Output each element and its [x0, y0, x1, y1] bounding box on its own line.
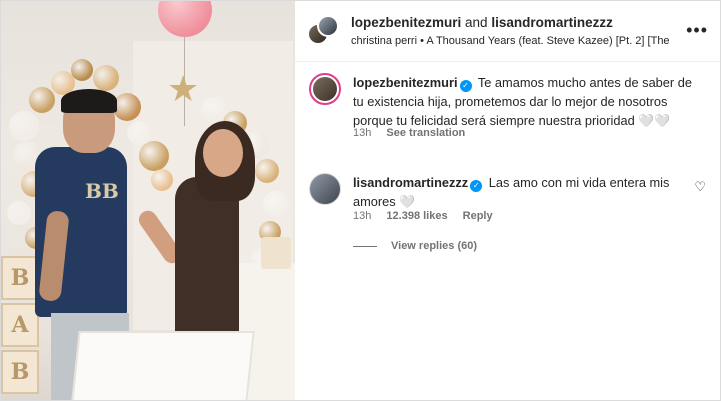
caption-meta: 13h See translation	[353, 127, 477, 139]
more-horizontal-icon[interactable]: •••	[686, 21, 708, 39]
decor-balloon	[113, 93, 141, 121]
username-link[interactable]: lisandromartinezzz	[491, 15, 613, 30]
comment-text-block: lisandromartinezzz ✓ Las amo con mi vida …	[353, 173, 692, 211]
shirt-logo: BB	[85, 179, 119, 203]
decor-balloon	[9, 111, 39, 141]
letter-block: B	[1, 350, 39, 394]
decor-balloon	[93, 65, 119, 91]
avatar	[317, 15, 339, 37]
letter-block: A	[1, 303, 39, 347]
caption-text-block: lopezbenitezmuri ✓ Te amamos mucho antes …	[353, 73, 692, 130]
audio-attribution[interactable]: christina perri • A Thousand Years (feat…	[351, 35, 671, 47]
gold-star-balloon: ★	[167, 68, 200, 109]
likes-count[interactable]: 12.398 likes	[386, 210, 447, 222]
verified-badge-icon: ✓	[470, 180, 483, 192]
post-side-panel: lopezbenitezmuri and lisandromartinezzz …	[295, 1, 720, 400]
collab-usernames: lopezbenitezmuri and lisandromartinezzz	[351, 15, 613, 30]
decor-balloon	[29, 87, 55, 113]
comment-meta: 13h 12.398 likes Reply	[353, 210, 505, 222]
timestamp: 13h	[353, 127, 372, 139]
and-text: and	[465, 15, 488, 30]
avatar[interactable]	[309, 173, 341, 205]
username-link[interactable]: lopezbenitezmuri	[351, 15, 461, 30]
decor-balloon	[139, 141, 169, 171]
verified-badge-icon: ✓	[459, 80, 472, 92]
see-translation-button[interactable]: See translation	[386, 127, 465, 139]
decor-balloon	[255, 159, 279, 183]
cake	[261, 237, 291, 269]
username-link[interactable]: lisandromartinezzz	[353, 175, 468, 190]
reply-button[interactable]: Reply	[463, 210, 493, 222]
decor-balloon	[7, 201, 31, 225]
replies-divider	[353, 245, 377, 247]
decor-balloon	[151, 169, 173, 191]
heart-outline-icon[interactable]: ♡	[694, 179, 706, 195]
collab-avatars[interactable]	[307, 15, 339, 47]
pink-balloon	[158, 1, 212, 37]
post-header: lopezbenitezmuri and lisandromartinezzz …	[295, 1, 720, 62]
woman-face	[203, 129, 243, 177]
view-replies-label: View replies (60)	[391, 240, 478, 252]
decor-balloon	[71, 59, 93, 81]
post-media-video[interactable]: ★ B A B BB	[1, 1, 295, 400]
letter-block: B	[1, 256, 39, 300]
decor-balloon	[263, 191, 289, 217]
man-hair	[61, 89, 117, 113]
username-link[interactable]: lopezbenitezmuri	[353, 75, 458, 90]
view-replies-button[interactable]: View replies (60)	[353, 240, 477, 252]
avatar[interactable]	[309, 73, 341, 105]
timestamp: 13h	[353, 210, 372, 222]
gift-box	[71, 331, 255, 400]
instagram-post: ★ B A B BB lopezbenitezmuri and lisandro…	[0, 0, 721, 401]
